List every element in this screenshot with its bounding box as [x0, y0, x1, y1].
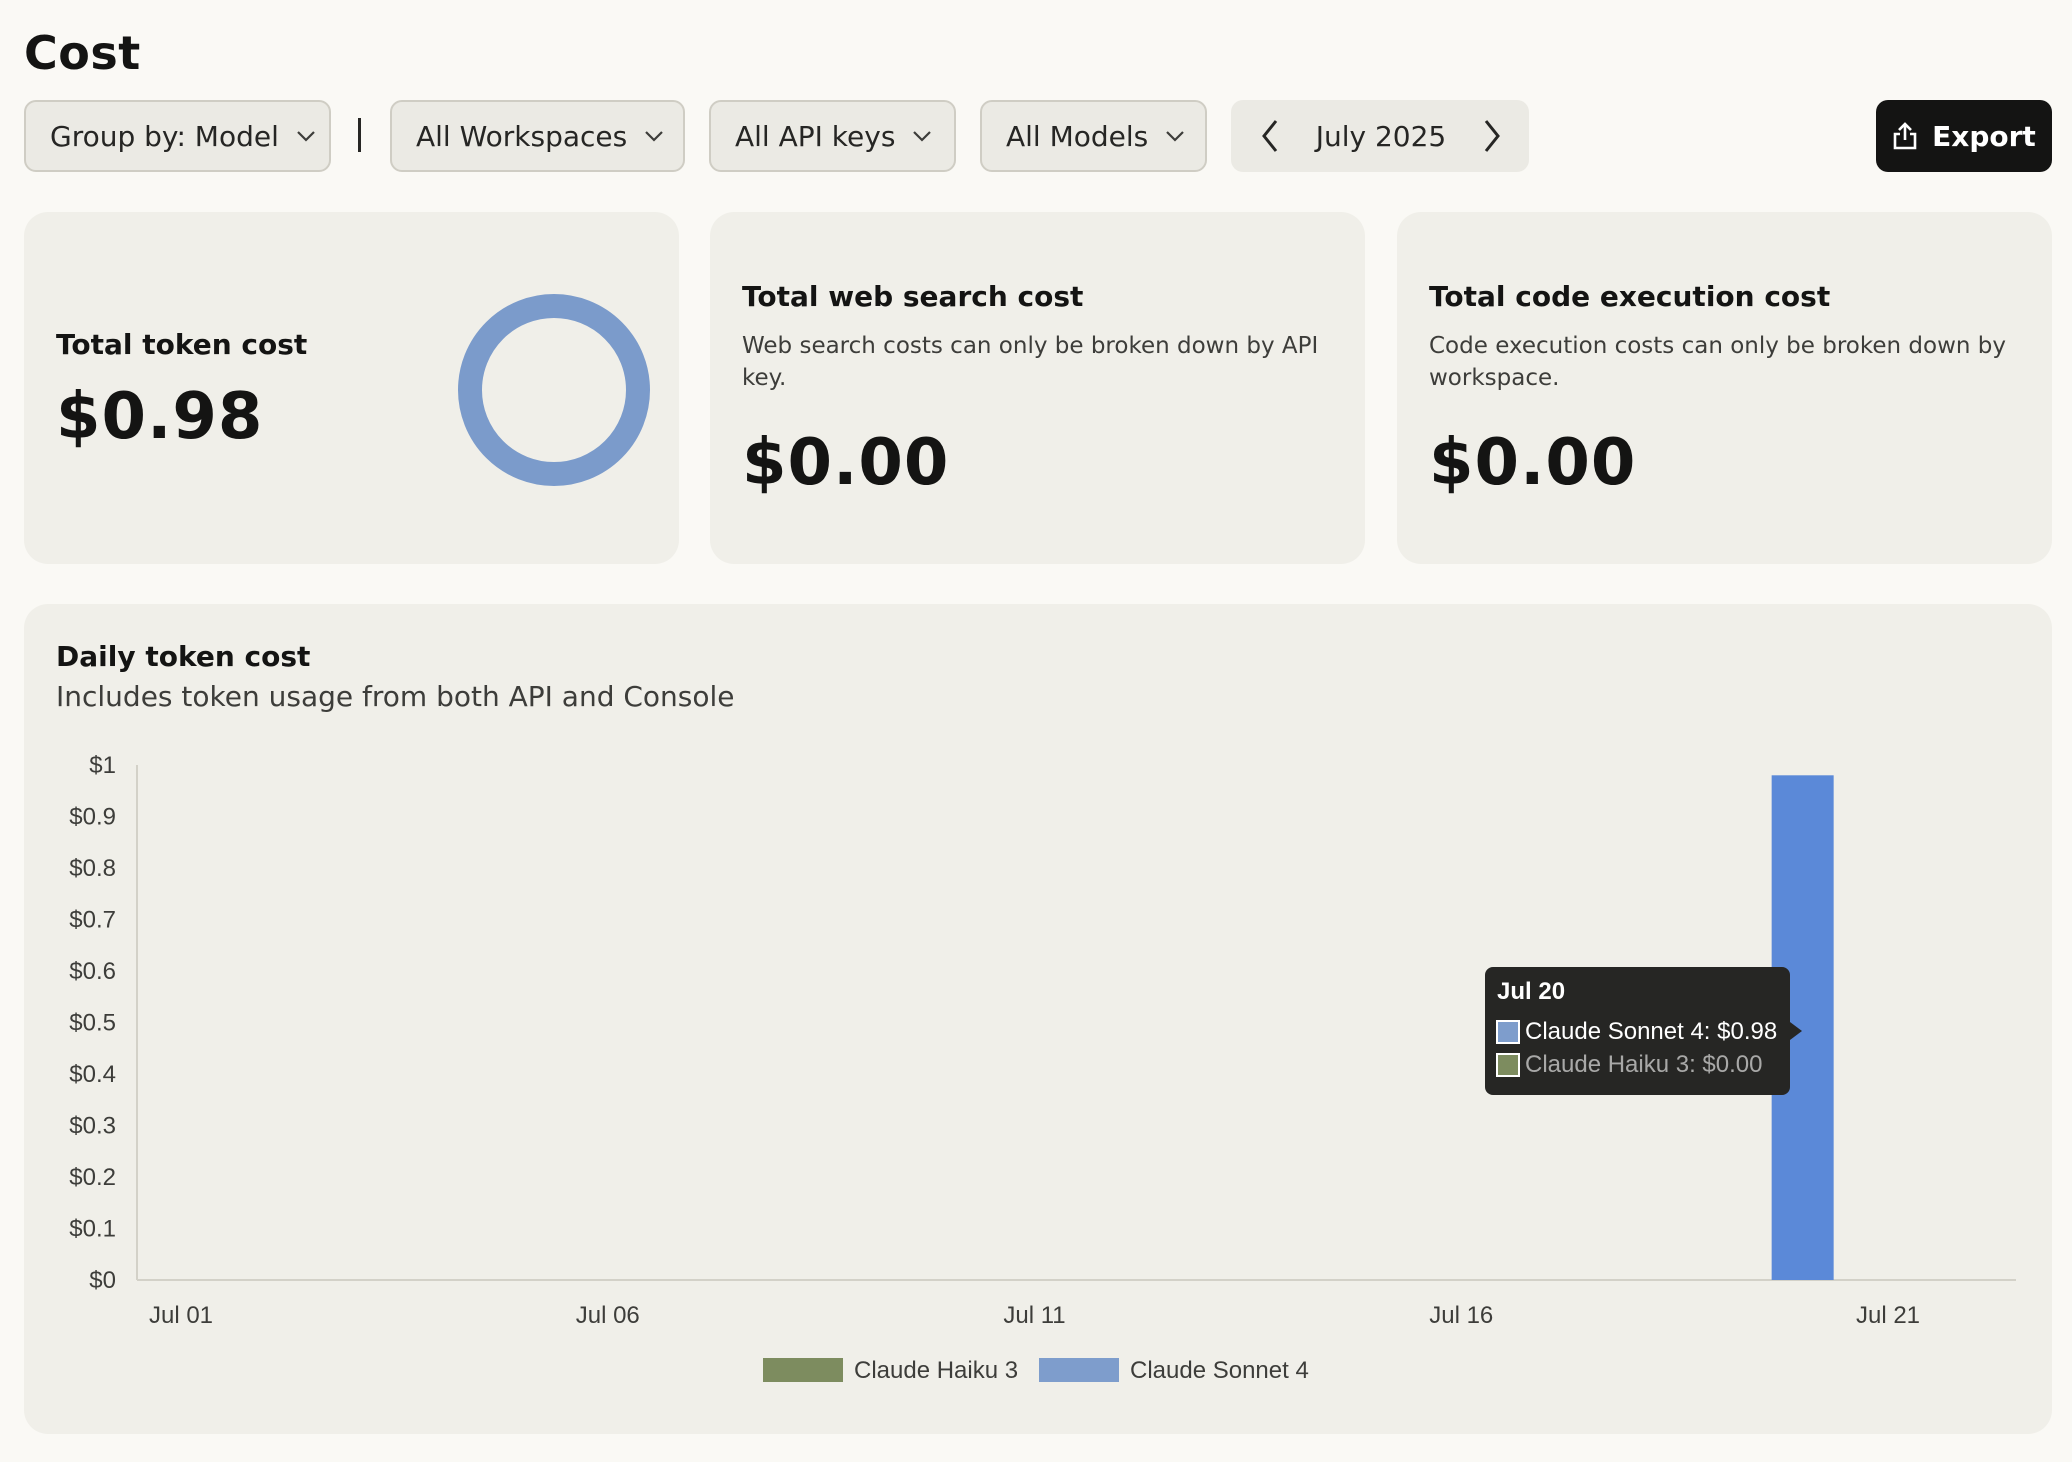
- web-search-title: Total web search cost: [742, 280, 1084, 313]
- chevron-right-icon[interactable]: [1477, 116, 1507, 156]
- workspaces-dropdown[interactable]: All Workspaces: [390, 100, 685, 172]
- export-label: Export: [1932, 119, 2036, 153]
- y-tick-label: $0.7: [69, 907, 116, 934]
- x-tick-label: Jul 01: [149, 1302, 213, 1329]
- models-label: All Models: [1006, 119, 1149, 153]
- api-keys-label: All API keys: [735, 119, 896, 153]
- tooltip-swatch: [1496, 1053, 1520, 1077]
- legend-swatch: [1039, 1358, 1119, 1382]
- y-tick-label: $0.2: [69, 1164, 116, 1191]
- month-selector: July 2025: [1231, 100, 1529, 172]
- share-upload-icon: [1892, 122, 1918, 150]
- filter-toolbar: Group by: Model All Workspaces All API k…: [24, 100, 2052, 172]
- daily-token-cost-chart: $0 $0.1 $0.2 $0.3 $0.4 $0.5 $0.6 $0.7 $0.8 $0.9 $1…: [69, 752, 2016, 1384]
- chevron-down-icon: [643, 125, 665, 147]
- legend-label: Claude Sonnet 4: [1130, 1357, 1309, 1384]
- daily-token-cost-panel: Daily token cost Includes token usage fr…: [24, 604, 2052, 1434]
- legend-swatch: [763, 1358, 843, 1382]
- total-web-search-cost-card: Total web search cost Web search costs c…: [710, 212, 1365, 564]
- group-by-dropdown[interactable]: Group by: Model: [24, 100, 331, 172]
- chevron-down-icon: [1164, 125, 1186, 147]
- code-execution-title: Total code execution cost: [1429, 280, 1831, 313]
- month-label: July 2025: [1315, 119, 1447, 153]
- total-token-cost-card: Total token cost $0.98: [24, 212, 679, 564]
- y-tick-label: $0.9: [69, 804, 116, 831]
- y-tick-label: $0.5: [69, 1010, 116, 1037]
- total-code-execution-cost-card: Total code execution cost Code execution…: [1397, 212, 2052, 564]
- workspaces-label: All Workspaces: [416, 119, 628, 153]
- legend-label: Claude Haiku 3: [854, 1357, 1018, 1384]
- web-search-value: $0.00: [742, 426, 950, 500]
- tooltip-title: Jul 20: [1497, 978, 1565, 1005]
- y-tick-label: $0.4: [69, 1061, 116, 1088]
- web-search-description: Web search costs can only be broken down…: [742, 333, 1319, 391]
- x-tick-label: Jul 11: [1003, 1302, 1065, 1329]
- x-tick-label: Jul 06: [576, 1302, 640, 1329]
- export-button[interactable]: Export: [1876, 100, 2052, 172]
- code-execution-value: $0.00: [1429, 426, 1637, 500]
- tooltip-line: Claude Haiku 3: $0.00: [1525, 1051, 1763, 1078]
- y-tick-label: $0.8: [69, 855, 116, 882]
- models-dropdown[interactable]: All Models: [980, 100, 1207, 172]
- token-cost-title: Total token cost: [56, 328, 308, 361]
- group-by-label: Group by: Model: [50, 119, 279, 153]
- api-keys-dropdown[interactable]: All API keys: [709, 100, 956, 172]
- chevron-down-icon: [295, 125, 317, 147]
- code-execution-description: Code execution costs can only be broken …: [1429, 333, 2006, 391]
- tooltip-swatch: [1496, 1020, 1520, 1044]
- token-cost-donut: [458, 294, 650, 486]
- chevron-down-icon: [911, 125, 933, 147]
- chevron-left-icon[interactable]: [1255, 116, 1285, 156]
- tooltip-line: Claude Sonnet 4: $0.98: [1525, 1018, 1777, 1045]
- y-tick-label: $0: [89, 1267, 116, 1294]
- y-tick-label: $1: [89, 752, 116, 779]
- toolbar-divider: [358, 118, 361, 152]
- y-tick-label: $0.6: [69, 958, 116, 985]
- y-tick-label: $0.3: [69, 1113, 116, 1140]
- y-tick-label: $0.1: [69, 1216, 116, 1243]
- x-tick-label: Jul 21: [1856, 1302, 1920, 1329]
- x-tick-label: Jul 16: [1429, 1302, 1493, 1329]
- token-cost-value: $0.98: [56, 380, 264, 454]
- cost-page: Cost Group by: Model All Workspaces All …: [0, 0, 2072, 1462]
- page-title: Cost: [24, 26, 141, 80]
